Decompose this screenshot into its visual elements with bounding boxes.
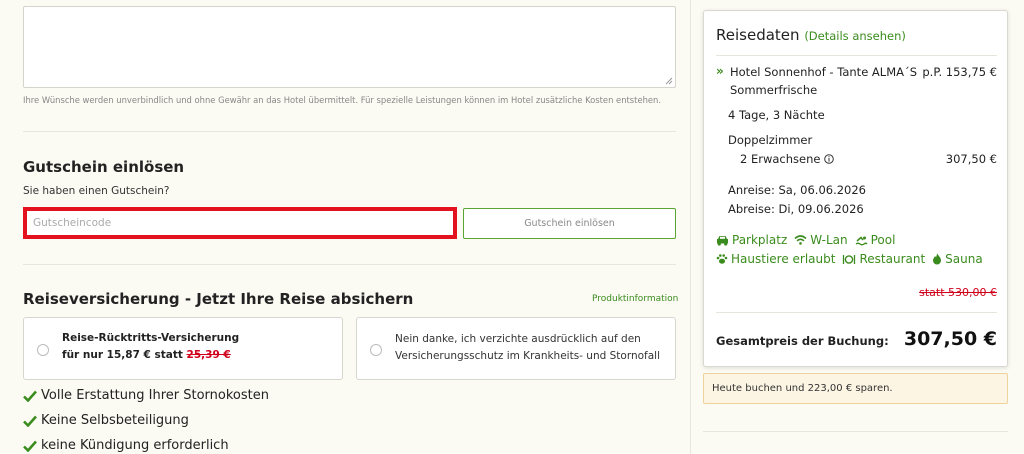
old-total-price: statt 530,00 € bbox=[919, 286, 997, 299]
price-per-person: p.P. 153,75 € bbox=[922, 65, 997, 79]
guests: 2 Erwachsene bbox=[740, 152, 835, 166]
amenities-row: Parkplatz W-Lan Pool bbox=[716, 233, 895, 247]
insurance-yes-radio[interactable] bbox=[37, 344, 49, 356]
bullet-icon: » bbox=[716, 64, 724, 78]
resize-grip-icon[interactable] bbox=[665, 77, 673, 85]
amenity-pool: Pool bbox=[870, 233, 896, 247]
insurance-yes-title: Reise-Rücktritts-Versicherung bbox=[62, 332, 240, 344]
checkmark-icon bbox=[23, 415, 37, 427]
swimmer-icon bbox=[855, 235, 868, 245]
divider bbox=[703, 431, 1008, 432]
amenity-sauna: Sauna bbox=[945, 252, 983, 266]
checkmark-icon bbox=[23, 440, 37, 452]
column-divider bbox=[690, 0, 691, 454]
insurance-yes-price: für nur 15,87 € statt 25,39 € bbox=[62, 349, 231, 361]
insurance-no-text: Nein danke, ich verzichte ausdrücklich a… bbox=[395, 333, 660, 362]
amenity-parking: Parkplatz bbox=[732, 233, 788, 247]
total-price: 307,50 € bbox=[903, 328, 997, 350]
amenities-row: Haustiere erlaubt Restaurant Sauna bbox=[716, 252, 983, 266]
insurance-heading: Reiseversicherung - Jetzt Ihre Reise abs… bbox=[23, 290, 414, 308]
insurance-option-no[interactable]: Nein danke, ich verzichte ausdrücklich a… bbox=[356, 317, 676, 380]
total-label: Gesamtpreis der Buchung: bbox=[716, 334, 889, 348]
details-link[interactable]: (Details ansehen) bbox=[804, 29, 906, 43]
product-info-link[interactable]: Produktinformation bbox=[592, 294, 678, 304]
flame-icon bbox=[933, 253, 942, 265]
redeem-voucher-button[interactable]: Gutschein einlösen bbox=[463, 208, 676, 239]
room-price: 307,50 € bbox=[945, 152, 997, 166]
restaurant-icon bbox=[843, 254, 856, 264]
benefit-item: Volle Erstattung Ihrer Stornokosten bbox=[23, 388, 269, 403]
info-icon[interactable] bbox=[824, 154, 835, 164]
insurance-no-radio[interactable] bbox=[370, 344, 382, 356]
savings-note: Heute buchen und 223,00 € sparen. bbox=[703, 373, 1008, 404]
voucher-heading: Gutschein einlösen bbox=[23, 158, 185, 176]
amenity-pets: Haustiere erlaubt bbox=[731, 252, 836, 266]
benefit-item: Keine Selbsbeteiligung bbox=[23, 413, 189, 428]
voucher-question: Sie haben einen Gutschein? bbox=[23, 185, 170, 197]
hotel-name: Hotel Sonnenhof - Tante ALMA´S bbox=[730, 65, 918, 79]
wifi-icon bbox=[794, 235, 807, 245]
wishes-textarea[interactable] bbox=[23, 6, 676, 88]
divider bbox=[716, 55, 997, 56]
amenity-restaurant: Restaurant bbox=[859, 252, 926, 266]
arrival-date: Anreise: Sa, 06.06.2026 bbox=[728, 183, 866, 197]
paw-icon bbox=[716, 254, 728, 264]
divider bbox=[23, 131, 676, 132]
benefit-item: keine Kündigung erforderlich bbox=[23, 438, 229, 453]
voucher-code-input[interactable]: Gutscheincode bbox=[23, 207, 457, 239]
divider bbox=[23, 264, 676, 265]
insurance-old-price: 25,39 € bbox=[186, 349, 231, 361]
room-type: Doppelzimmer bbox=[728, 133, 813, 147]
travel-title: Reisedaten (Details ansehen) bbox=[716, 26, 906, 44]
car-icon bbox=[717, 235, 728, 246]
duration: 4 Tage, 3 Nächte bbox=[728, 108, 825, 122]
amenity-wifi: W-Lan bbox=[810, 233, 848, 247]
travel-summary-card: Reisedaten (Details ansehen) » Hotel Son… bbox=[703, 10, 1008, 367]
departure-date: Abreise: Di, 09.06.2026 bbox=[728, 202, 864, 216]
hotel-name-line2: Sommerfrische bbox=[730, 83, 818, 97]
insurance-option-yes[interactable]: Reise-Rücktritts-Versicherung für nur 15… bbox=[23, 317, 343, 380]
divider bbox=[716, 312, 997, 313]
wishes-hint: Ihre Wünsche werden unverbindlich und oh… bbox=[23, 95, 662, 105]
checkmark-icon bbox=[23, 390, 37, 402]
